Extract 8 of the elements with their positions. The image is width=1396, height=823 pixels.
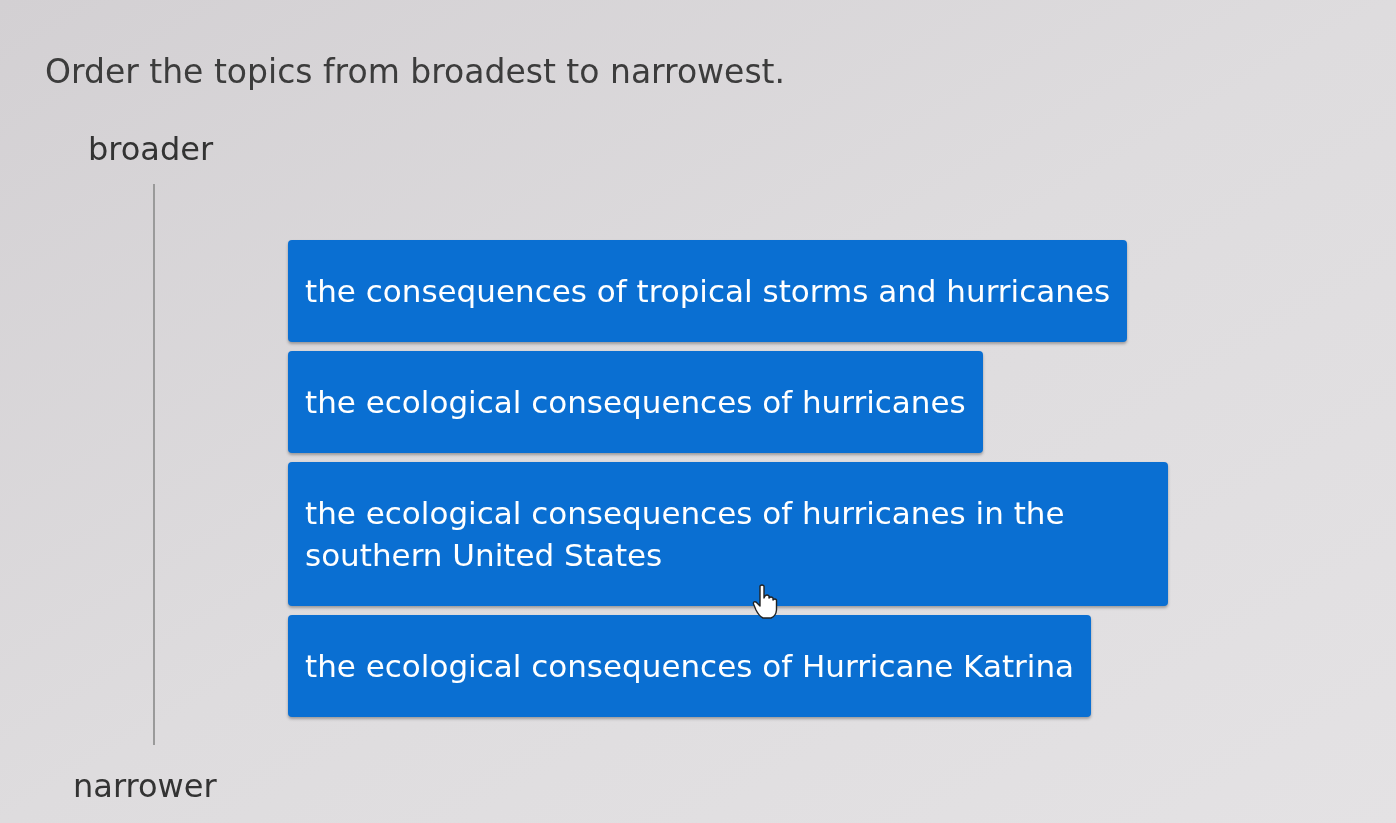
topic-card[interactable]: the ecological consequences of hurricanes in the southern United States <box>288 462 1168 606</box>
topic-card[interactable]: the ecological consequences of Hurricane Katrina <box>288 615 1092 717</box>
topic-card[interactable]: the consequences of tropical storms and hurricanes <box>288 240 1128 342</box>
instruction-text: Order the topics from broadest to narrowest. <box>45 51 786 93</box>
topic-card[interactable]: the ecological consequences of hurricanes <box>288 351 983 453</box>
hand-cursor-icon <box>752 584 778 620</box>
narrower-label: narrower <box>73 766 217 807</box>
broader-label: broader <box>88 129 214 170</box>
